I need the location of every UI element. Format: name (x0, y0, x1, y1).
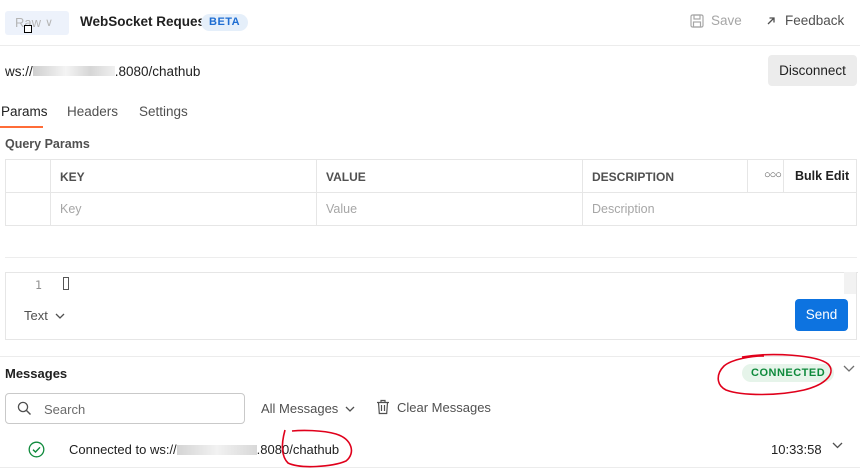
url-bar: ws:// .8080/chathub Disconnect (0, 47, 860, 95)
description-header: DESCRIPTION (592, 170, 675, 184)
arrow-up-right-icon (767, 16, 775, 24)
chevron-down-icon (55, 313, 65, 319)
description-column-header: DESCRIPTION (583, 160, 748, 192)
request-tabs: Params Headers Settings (0, 96, 860, 128)
value-placeholder: Value (326, 202, 358, 216)
key-placeholder: Key (60, 202, 82, 216)
tab-settings[interactable]: Settings (139, 104, 188, 119)
message-composer: 1 Text Send (5, 272, 858, 340)
description-cell[interactable]: Description (583, 193, 856, 225)
format-label: Text (24, 308, 48, 323)
list-item[interactable]: Connected to ws:// .8080/chathub 10:33:58 (0, 429, 860, 468)
row-checkbox-cell (6, 193, 51, 225)
divider (6, 272, 858, 273)
tab-headers[interactable]: Headers (67, 104, 118, 119)
text-editor[interactable] (63, 277, 69, 290)
search-input[interactable]: Search (5, 393, 245, 424)
clear-messages-button[interactable]: Clear Messages (376, 399, 491, 415)
feedback-label: Feedback (785, 13, 845, 28)
clear-messages-label: Clear Messages (397, 399, 491, 415)
url-input[interactable]: ws:// .8080/chathub (5, 64, 200, 79)
more-options-icon[interactable]: ○○○ (764, 169, 782, 181)
value-header: VALUE (326, 170, 366, 184)
query-params-label: Query Params (5, 137, 90, 151)
cursor-marker (24, 25, 32, 33)
divider (5, 257, 857, 258)
checkbox-column (6, 160, 51, 192)
key-cell[interactable]: Key (51, 193, 317, 225)
chevron-down-icon[interactable] (843, 365, 855, 373)
filter-label: All Messages (261, 401, 339, 416)
message-suffix: .8080/chathub (256, 442, 340, 457)
table-header-row: KEY VALUE DESCRIPTION ○○○ Bulk Edit (6, 160, 856, 193)
chevron-down-icon[interactable] (832, 442, 843, 449)
key-column-header: KEY (51, 160, 317, 192)
chevron-down-icon: ∨ (45, 17, 54, 29)
request-title: WebSocket Request (80, 14, 210, 29)
save-button[interactable]: Save (690, 13, 742, 28)
redacted-host (32, 66, 115, 77)
status-badge: CONNECTED (742, 364, 835, 382)
active-tab-indicator (0, 126, 43, 128)
search-icon (17, 401, 31, 415)
tab-params[interactable]: Params (1, 104, 48, 119)
description-placeholder: Description (592, 202, 655, 216)
save-label: Save (711, 13, 742, 28)
line-number: 1 (35, 278, 42, 292)
message-prefix: Connected to ws:// (69, 442, 177, 457)
message-timestamp: 10:33:58 (771, 442, 822, 457)
trash-icon (377, 399, 389, 415)
search-placeholder: Search (44, 402, 86, 417)
divider (0, 356, 860, 357)
key-header: KEY (60, 170, 85, 184)
disconnect-button[interactable]: Disconnect (768, 55, 857, 86)
chevron-down-icon (345, 406, 355, 412)
message-type-select[interactable]: Raw ∨ (5, 11, 69, 35)
value-column-header: VALUE (317, 160, 583, 192)
beta-badge: BETA (201, 14, 249, 31)
table-row: Key Value Description (6, 193, 856, 225)
url-suffix: .8080/chathub (114, 64, 201, 79)
bulk-edit-button[interactable]: Bulk Edit (795, 169, 849, 183)
query-params-table: KEY VALUE DESCRIPTION ○○○ Bulk Edit Key … (5, 159, 857, 226)
check-circle-icon (28, 441, 45, 458)
format-select[interactable]: Text (24, 308, 65, 323)
request-header: Raw ∨ WebSocket Request BETA Save Feedba… (0, 0, 860, 46)
feedback-button[interactable]: Feedback (766, 13, 844, 28)
message-filter-select[interactable]: All Messages (261, 401, 355, 416)
message-text: Connected to ws:// .8080/chathub (69, 442, 339, 457)
redacted-host (176, 444, 257, 455)
send-button[interactable]: Send (795, 299, 848, 331)
editor-scrollbar[interactable] (844, 272, 856, 294)
save-icon (690, 13, 704, 28)
url-prefix: ws:// (5, 64, 33, 79)
value-cell[interactable]: Value (317, 193, 583, 225)
messages-title: Messages (5, 366, 68, 381)
